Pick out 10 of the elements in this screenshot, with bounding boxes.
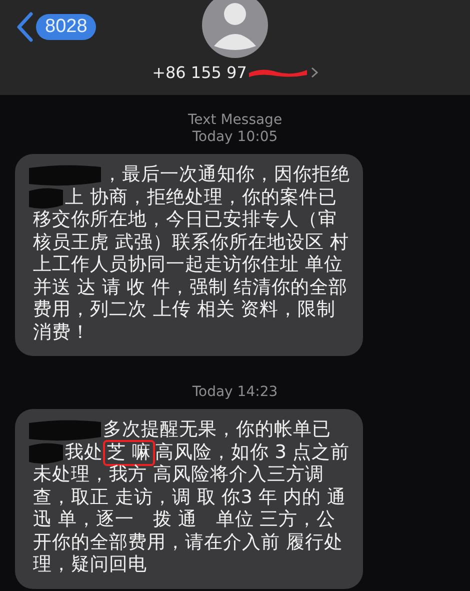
highlighted-text: 芝 嘛 — [105, 442, 153, 464]
message-service-label: Text Message — [186, 112, 284, 129]
message-timestamp: Today 14:23 — [191, 384, 279, 401]
contact-avatar-icon[interactable] — [202, 0, 268, 58]
message-bubble: ，最后一次通知你，因你拒绝 上 协商，拒绝处理，你的案件已 移交你所在地，今日已安排专人（审 核员王虎 武强）联系你所在地设区 村 上工作人员协同一起走访你住址 单位 并送 达 请 收 件，强制 结清你的全部 费用，列二次 上传 相关 资料，限制 消费！ — [15, 154, 363, 356]
message-bubble: 多次提醒无果，你的帐单已 我处 芝 嘛 高风险，如你 3 点之前 未处理，我方 高风险将介入三方调 查，取正 走访，调 取 你3 年 内的 通 迅 单，逐一 拨 通 单位 三方，公 开你的全部费用，请在介入前 履行处 理，疑问回电 — [15, 409, 363, 588]
phone-number[interactable]: +86 155 97 — [152, 63, 247, 82]
chevron-right-icon — [310, 67, 318, 78]
message-timestamp: Today 10:05 — [191, 129, 279, 146]
back-chevron-icon — [16, 12, 34, 42]
